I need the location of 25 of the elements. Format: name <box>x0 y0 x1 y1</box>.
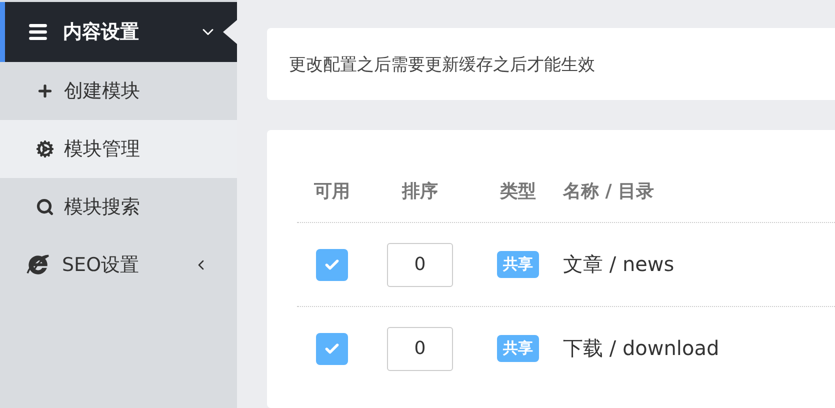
column-header: 可用 <box>314 180 350 203</box>
checkbox[interactable] <box>316 248 348 280</box>
search-icon <box>36 198 54 216</box>
notice-text: 更改配置之后需要更新缓存之后才能生效 <box>289 54 595 76</box>
column-header: 名称 / 目录 <box>563 180 654 203</box>
sidebar-item[interactable]: 模块管理 <box>0 120 237 178</box>
plus-icon <box>36 82 54 100</box>
module-name: 下载 / download <box>563 335 720 362</box>
type-tag: 共享 <box>497 335 539 362</box>
pointer-notch <box>223 20 237 44</box>
sidebar-header[interactable]: 内容设置 <box>0 2 237 62</box>
order-input[interactable]: 0 <box>387 242 453 286</box>
check-icon <box>324 340 340 356</box>
column-header: 排序 <box>402 180 438 203</box>
sidebar-header-label: 内容设置 <box>63 20 140 45</box>
column-header: 类型 <box>500 180 536 203</box>
sidebar-item[interactable]: SEO设置 <box>0 236 237 294</box>
sidebar-item[interactable]: 创建模块 <box>0 62 237 120</box>
type-tag: 共享 <box>497 251 539 278</box>
module-name: 文章 / news <box>563 251 676 278</box>
sidebar-item[interactable]: 模块搜索 <box>0 178 237 236</box>
checkbox[interactable] <box>316 332 348 364</box>
menu-icon <box>27 21 49 43</box>
order-input[interactable]: 0 <box>387 326 453 370</box>
check-icon <box>324 256 340 272</box>
